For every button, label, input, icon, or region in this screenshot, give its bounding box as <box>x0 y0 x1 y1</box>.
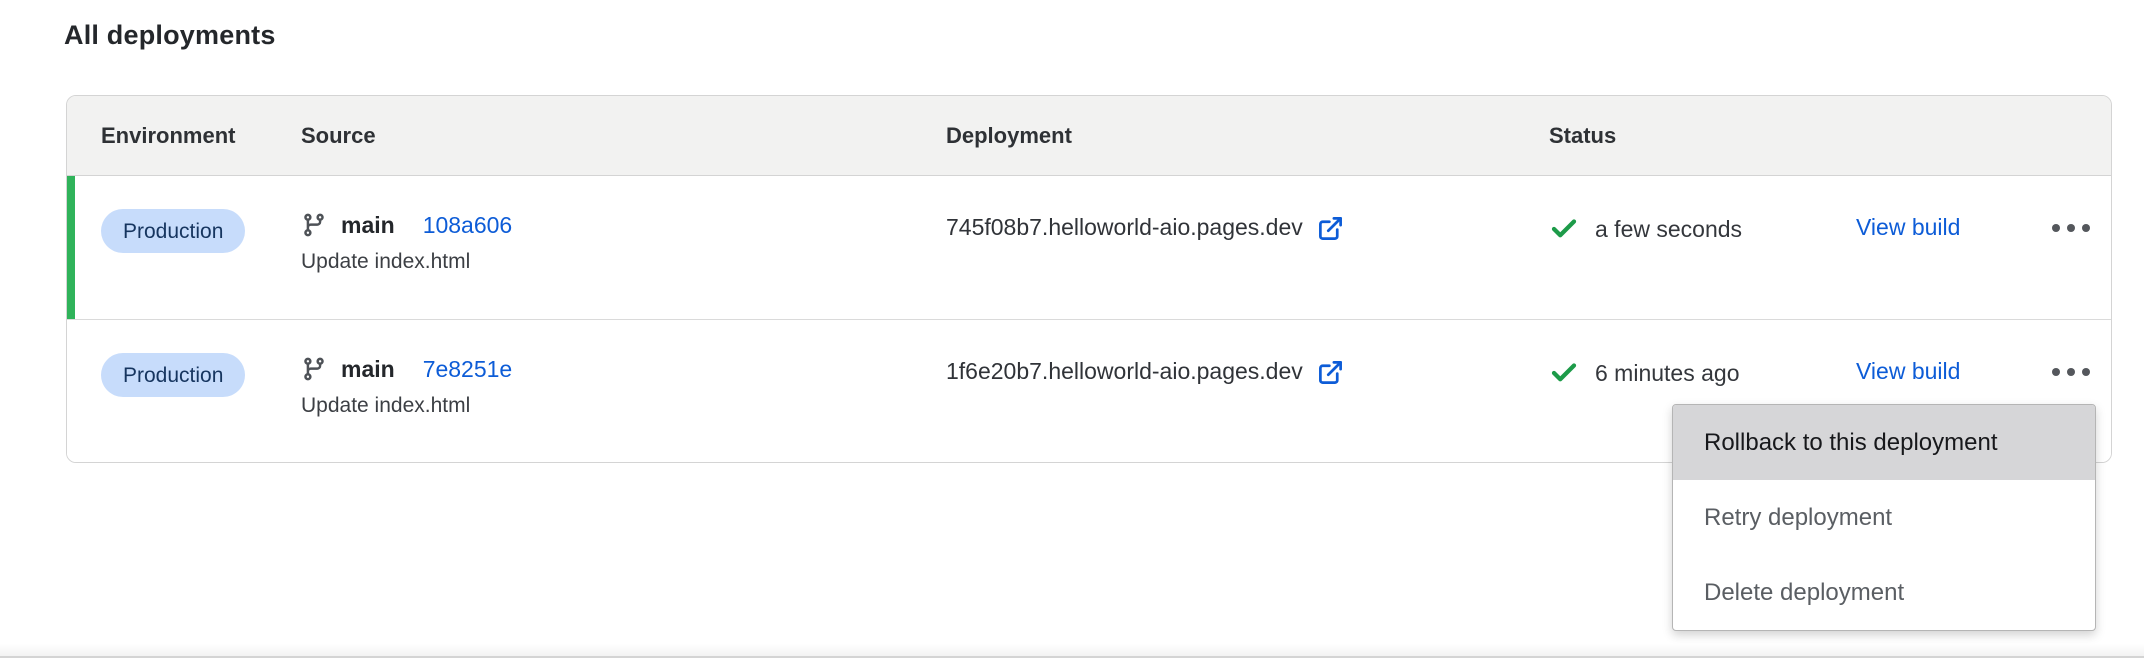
column-header-environment: Environment <box>67 123 301 149</box>
column-header-source: Source <box>301 123 946 149</box>
deployment-actions-menu: Rollback to this deployment Retry deploy… <box>1672 404 2096 631</box>
status-cell: a few seconds View build <box>1549 176 2111 319</box>
environment-badge: Production <box>101 209 245 253</box>
view-build-link[interactable]: View build <box>1856 214 2052 241</box>
menu-item-retry[interactable]: Retry deployment <box>1673 480 2095 555</box>
external-link-icon[interactable] <box>1317 215 1344 242</box>
menu-item-rollback[interactable]: Rollback to this deployment <box>1673 405 2095 480</box>
commit-message: Update index.html <box>301 250 946 274</box>
branch-name: main <box>341 212 395 239</box>
status-time-text: a few seconds <box>1595 216 1742 243</box>
external-link-icon[interactable] <box>1317 359 1344 386</box>
source-cell: main 7e8251e Update index.html <box>301 320 946 462</box>
menu-item-delete[interactable]: Delete deployment <box>1673 555 2095 630</box>
git-branch-icon <box>301 212 327 238</box>
commit-link[interactable]: 108a606 <box>423 212 513 239</box>
success-check-icon <box>1549 214 1579 244</box>
column-header-status: Status <box>1549 123 2111 149</box>
view-build-link[interactable]: View build <box>1856 358 2052 385</box>
environment-cell: Production <box>67 176 301 319</box>
deployment-cell: 745f08b7.helloworld-aio.pages.dev <box>946 176 1549 319</box>
environment-cell: Production <box>67 320 301 462</box>
source-cell: main 108a606 Update index.html <box>301 176 946 319</box>
column-header-deployment: Deployment <box>946 123 1549 149</box>
deployment-cell: 1f6e20b7.helloworld-aio.pages.dev <box>946 320 1549 462</box>
table-row: Production main 108a606 Update index.htm… <box>67 176 2111 319</box>
success-check-icon <box>1549 358 1579 388</box>
environment-badge: Production <box>101 353 245 397</box>
row-actions-menu-button[interactable] <box>2052 224 2111 232</box>
row-actions-menu-button[interactable] <box>2052 368 2111 376</box>
git-branch-icon <box>301 356 327 382</box>
branch-name: main <box>341 356 395 383</box>
status-time-text: 6 minutes ago <box>1595 360 1739 387</box>
page-title: All deployments <box>64 20 276 51</box>
deployment-url: 1f6e20b7.helloworld-aio.pages.dev <box>946 358 1303 385</box>
table-header-row: Environment Source Deployment Status <box>67 96 2111 176</box>
commit-message: Update index.html <box>301 394 946 418</box>
commit-link[interactable]: 7e8251e <box>423 356 513 383</box>
deployment-url: 745f08b7.helloworld-aio.pages.dev <box>946 214 1303 241</box>
page-section-divider <box>0 644 2144 658</box>
